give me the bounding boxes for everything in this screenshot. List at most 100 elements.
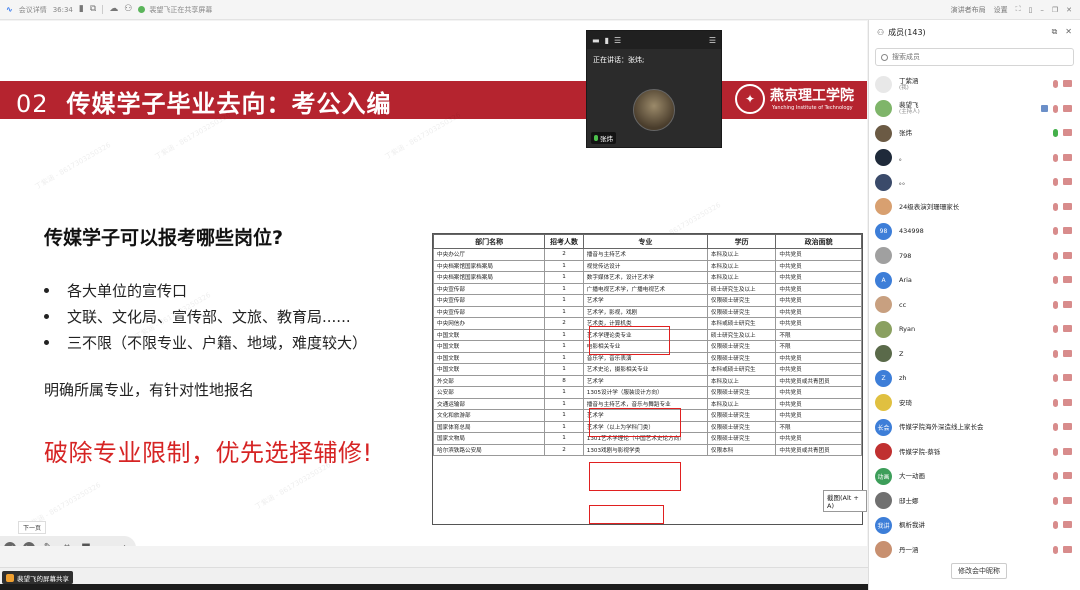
member-item[interactable]: 张炜: [869, 121, 1080, 146]
restore-icon[interactable]: ❐: [1052, 6, 1058, 14]
camera-icon[interactable]: [1063, 104, 1072, 112]
camera-icon[interactable]: [1063, 496, 1072, 504]
camera-icon[interactable]: [1063, 276, 1072, 283]
table-cell: 仅限硕士研究生: [706, 351, 777, 364]
list-view-icon[interactable]: ☰: [614, 36, 621, 45]
pen-icon[interactable]: ✎: [42, 542, 54, 546]
screen-share-chip[interactable]: 裴望飞的屏幕共享: [2, 571, 73, 584]
table-row: 哈尔滨铁路公安局 2 1303戏剧与影视学类 仅限本科 中共党员或共青团员: [432, 443, 862, 456]
minimize-panel-icon[interactable]: ▬: [592, 36, 600, 45]
member-item[interactable]: Ryan: [869, 317, 1080, 342]
camera-icon[interactable]: [1063, 447, 1072, 455]
camera-icon[interactable]: [1063, 251, 1072, 259]
settings-button[interactable]: 设置: [994, 5, 1008, 15]
section-title: 02 传媒学子毕业去向：考公入编: [16, 90, 392, 118]
camera-icon[interactable]: [1063, 153, 1072, 161]
camera-icon[interactable]: [1063, 521, 1072, 528]
mic-icon[interactable]: [1053, 251, 1058, 260]
camera-icon[interactable]: [1063, 398, 1072, 406]
minimize-icon[interactable]: –: [1040, 6, 1044, 14]
member-item[interactable]: 长会 传媒学院海外深造线上家长会: [869, 415, 1080, 440]
mic-icon[interactable]: [1053, 276, 1058, 284]
close-panel-icon[interactable]: ✕: [1065, 27, 1072, 37]
camera-icon[interactable]: [1063, 178, 1072, 185]
mic-icon[interactable]: [1053, 227, 1058, 235]
cloud-icon[interactable]: ☁: [109, 5, 118, 14]
collapse-icon[interactable]: ‹: [118, 542, 130, 546]
camera-icon[interactable]: [1063, 423, 1072, 430]
mic-icon[interactable]: [1053, 153, 1058, 162]
mic-icon[interactable]: [1053, 325, 1058, 333]
member-item[interactable]: 我讲 枫析我讲: [869, 513, 1080, 538]
camera-icon[interactable]: [1063, 472, 1072, 479]
meeting-details-link[interactable]: 会议详情: [19, 5, 47, 15]
fullscreen-icon[interactable]: ⛶: [1016, 5, 1021, 14]
prev-page-icon[interactable]: ◀: [4, 542, 16, 546]
rename-button[interactable]: 修改会中昵称: [951, 563, 1007, 579]
member-item[interactable]: Z: [869, 342, 1080, 367]
panel-menu-icon[interactable]: ☰: [709, 36, 716, 45]
single-view-icon[interactable]: ▮: [605, 36, 609, 45]
table-cell: 本科及以上: [706, 374, 777, 387]
table-row: 中央宣传部 1 艺术学，影视，戏剧 仅限硕士研究生 中共党员: [432, 305, 862, 318]
camera-icon[interactable]: [1063, 202, 1072, 210]
mic-icon[interactable]: [1053, 349, 1058, 358]
mic-icon[interactable]: [1053, 80, 1058, 88]
avatar: [875, 492, 892, 510]
camera-icon[interactable]: [1063, 227, 1072, 234]
member-search-input[interactable]: [892, 53, 1062, 61]
member-item[interactable]: 798: [869, 244, 1080, 269]
layout-button[interactable]: 演讲者布局: [951, 5, 986, 15]
member-item[interactable]: Zzh: [869, 366, 1080, 391]
mic-icon[interactable]: [1053, 104, 1058, 113]
mic-icon[interactable]: [1053, 423, 1058, 431]
member-item[interactable]: 丹一涵: [869, 538, 1080, 563]
member-item[interactable]: 。。: [869, 170, 1080, 195]
more-icon[interactable]: ⋯: [99, 542, 111, 546]
camera-icon[interactable]: [1063, 325, 1072, 332]
table-row: 公安部 1 1305设计学（服装设计方向） 仅限硕士研究生 中共党员: [432, 386, 862, 399]
sidebar-toggle-icon[interactable]: ▯: [1028, 6, 1032, 14]
member-item[interactable]: 邸士娜: [869, 489, 1080, 514]
camera-icon[interactable]: [1063, 349, 1072, 357]
mic-icon[interactable]: [1053, 398, 1058, 407]
mic-icon[interactable]: [1053, 496, 1058, 505]
popout-icon[interactable]: ⧉: [90, 5, 96, 14]
popout-panel-icon[interactable]: ⧉: [1052, 27, 1058, 37]
next-page-icon[interactable]: ▶: [23, 542, 35, 546]
mic-icon[interactable]: [1053, 472, 1058, 480]
member-item[interactable]: cc: [869, 293, 1080, 318]
table-row: 中央档案馆国家档案局 1 视觉传达设计 本科及以上 中共党员: [432, 259, 862, 272]
camera-icon[interactable]: [1063, 374, 1072, 381]
mic-icon[interactable]: [1053, 374, 1058, 382]
member-item[interactable]: 裴望飞 (主持人): [869, 97, 1080, 122]
mic-icon[interactable]: [1053, 545, 1058, 554]
mic-icon[interactable]: [1053, 300, 1058, 309]
camera-icon[interactable]: ■: [80, 542, 92, 546]
member-item[interactable]: 传媒学院-蔡铄: [869, 440, 1080, 465]
table-cell: 中央办公厅: [432, 248, 546, 261]
mic-icon[interactable]: [1053, 521, 1058, 529]
table-row: 中国文联 1 艺术史论，摄影相关专业 本科或硕士研究生 中共党员: [432, 363, 862, 376]
mic-icon[interactable]: [1053, 447, 1058, 456]
member-item[interactable]: 动画 大一动画: [869, 464, 1080, 489]
member-item[interactable]: 丁紫涵 (我): [869, 72, 1080, 97]
speaker-video-panel[interactable]: ▬ ▮ ☰ ☰ 正在讲话：张炜; 张炜: [586, 30, 722, 148]
people-icon[interactable]: ⚇: [124, 5, 132, 14]
camera-icon[interactable]: [1063, 129, 1072, 136]
mic-icon[interactable]: [1053, 129, 1058, 137]
member-search-box[interactable]: [875, 48, 1074, 66]
screenshot-icon[interactable]: ⌗: [61, 542, 73, 546]
table-cell: 中国文联: [432, 340, 546, 353]
mic-icon[interactable]: [1053, 178, 1058, 186]
member-item[interactable]: 安琦: [869, 391, 1080, 416]
member-item[interactable]: A Aria: [869, 268, 1080, 293]
camera-icon[interactable]: [1063, 545, 1072, 553]
member-item[interactable]: 24级表演刘珊珊家长: [869, 195, 1080, 220]
mic-icon[interactable]: [1053, 202, 1058, 211]
member-item[interactable]: 98 434998: [869, 219, 1080, 244]
camera-icon[interactable]: [1063, 80, 1072, 87]
member-item[interactable]: 。: [869, 146, 1080, 171]
close-icon[interactable]: ✕: [1066, 6, 1072, 14]
camera-icon[interactable]: [1063, 300, 1072, 308]
